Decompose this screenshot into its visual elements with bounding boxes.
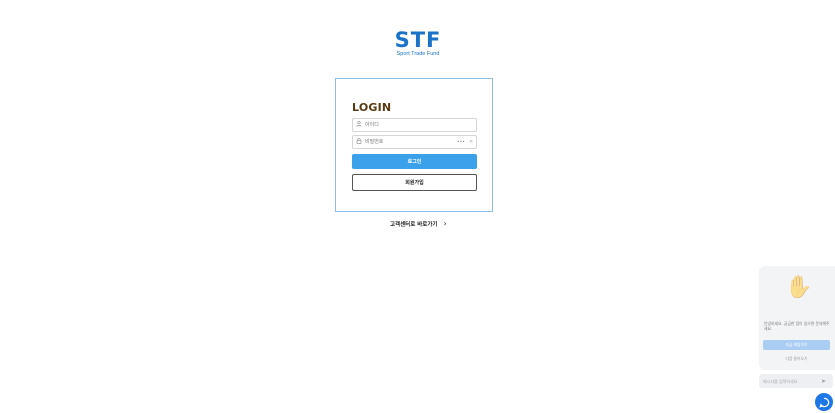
logo-mark: STF: [394, 28, 442, 52]
chat-start-button[interactable]: 지금 채팅하기: [763, 340, 830, 350]
brand-logo[interactable]: STF Sport Trade Fund: [388, 30, 448, 60]
chat-later-button[interactable]: 다음 들어오기: [763, 355, 830, 364]
support-center-link[interactable]: 고객센터로 바로가기 ›: [390, 219, 447, 228]
support-link-label: 고객센터로 바로가기: [390, 221, 438, 228]
id-field: [352, 118, 477, 132]
clear-icon[interactable]: ✕: [469, 139, 473, 145]
join-button[interactable]: 회원가입: [352, 174, 477, 191]
chevron-right-icon: ›: [443, 219, 447, 228]
login-card: LOGIN ••• ✕ 로그인 회원가입: [335, 78, 493, 212]
login-button[interactable]: 로그인: [352, 154, 477, 169]
password-input[interactable]: [365, 136, 455, 148]
chat-message-input[interactable]: [763, 378, 819, 384]
chat-greeting: 안녕하세요. 궁금한 점이 있으면 문의해주세요.: [764, 321, 830, 331]
id-input[interactable]: [365, 119, 455, 131]
waving-hand-icon: ✋: [785, 275, 813, 300]
user-icon: [353, 121, 365, 129]
chat-bubble-icon: [818, 397, 829, 408]
lock-icon: [353, 138, 365, 146]
chat-launcher-button[interactable]: [815, 393, 833, 411]
chat-input-bar: ➤: [759, 374, 833, 388]
logo-subtitle: Sport Trade Fund: [396, 51, 440, 57]
chat-widget-card: ✋ 안녕하세요. 궁금한 점이 있으면 문의해주세요. 지금 채팅하기 다음 들…: [759, 266, 835, 370]
show-password-toggle[interactable]: •••: [457, 140, 465, 145]
password-field: ••• ✕: [352, 135, 477, 149]
login-title: LOGIN: [352, 101, 392, 114]
send-icon[interactable]: ➤: [821, 378, 826, 385]
